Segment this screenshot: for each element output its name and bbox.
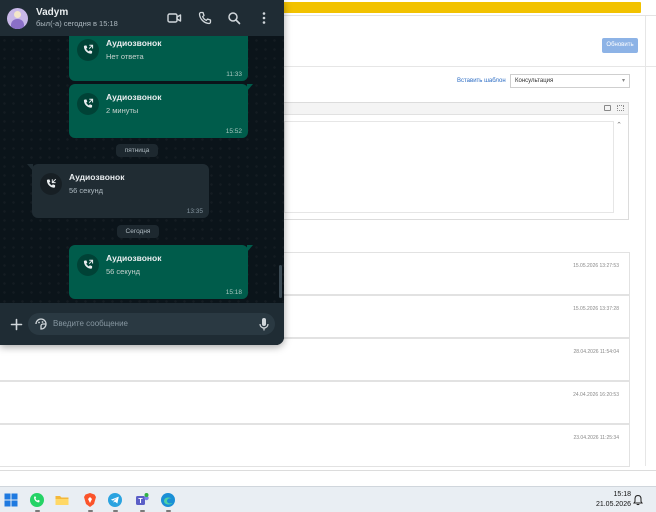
taskbar: T 15:18 21.05.2026 [0, 486, 656, 512]
row-datetime: 15.05.2026 13:27:53 [573, 263, 619, 269]
date-separator: пятница [116, 144, 158, 157]
refresh-button[interactable]: Обновить [602, 38, 638, 53]
insert-template-link[interactable]: Вставить шаблон [457, 78, 506, 84]
contact-name[interactable]: Vadym [36, 7, 68, 18]
message-time: 15:18 [225, 289, 242, 296]
menu-icon[interactable] [256, 10, 272, 26]
list-item[interactable]: 23.04.2026 11:25:34 [0, 424, 630, 467]
svg-text:T: T [138, 498, 143, 505]
row-datetime: 28.04.2026 11:54:04 [573, 349, 619, 355]
editor-toolbar [284, 103, 628, 115]
row-datetime: 23.04.2026 11:25:34 [573, 435, 619, 441]
microphone-icon[interactable] [258, 317, 270, 332]
call-message-outgoing[interactable]: Аудиозвонок Нет ответа 11:33 [69, 36, 248, 81]
chevron-down-icon: ▾ [621, 78, 625, 84]
outgoing-call-icon [83, 44, 94, 54]
avatar[interactable] [7, 8, 28, 29]
call-icon-circle [77, 39, 99, 61]
incoming-call-icon [46, 178, 57, 188]
call-subtitle: 56 секунд [69, 186, 103, 195]
clock-date: 21.05.2026 [595, 501, 631, 508]
chat-header[interactable]: Vadym был(-а) сегодня в 15:18 [0, 0, 284, 36]
chevron-up-icon[interactable]: ⌃ [616, 121, 622, 129]
template-select[interactable]: Консультация ▾ [510, 74, 630, 88]
call-message-outgoing[interactable]: Аудиозвонок 56 секунд 15:18 [69, 245, 253, 299]
search-icon[interactable] [226, 10, 242, 26]
compose-bar: Введите сообщение [0, 303, 284, 345]
system-clock[interactable]: 15:18 21.05.2026 [596, 490, 631, 510]
chat-scrollbar[interactable] [279, 265, 282, 298]
call-title: Аудиозвонок [106, 38, 162, 48]
clock-time: 15:18 [613, 491, 631, 498]
row-datetime: 15.05.2026 13:37:28 [573, 306, 619, 312]
outgoing-call-icon [83, 259, 94, 269]
divider [283, 15, 656, 16]
call-icon-circle [40, 173, 62, 195]
file-explorer-icon[interactable] [54, 492, 70, 508]
expand-icon[interactable] [617, 105, 624, 111]
call-title: Аудиозвонок [106, 92, 162, 102]
notification-banner [283, 2, 641, 13]
call-icon-circle [77, 93, 99, 115]
whatsapp-icon[interactable] [29, 492, 45, 508]
windows-start-icon[interactable] [3, 492, 19, 508]
edge-icon[interactable] [160, 492, 176, 508]
call-message-outgoing[interactable]: Аудиозвонок 2 минуты 15:52 [69, 84, 253, 138]
list-item[interactable]: 24.04.2026 16:20:53 [0, 381, 630, 424]
editor-text-area[interactable] [284, 121, 614, 213]
keyboard-icon[interactable] [604, 105, 611, 111]
message-time: 13:35 [186, 208, 203, 215]
plus-icon[interactable] [10, 318, 23, 331]
page-scrollbar[interactable] [645, 16, 646, 466]
divider [0, 470, 656, 471]
divider [283, 66, 656, 67]
message-time: 15:52 [225, 128, 242, 135]
message-input-placeholder: Введите сообщение [53, 319, 128, 328]
call-subtitle: 56 секунд [106, 267, 140, 276]
sticker-icon[interactable] [34, 317, 48, 331]
message-list[interactable]: Аудиозвонок Нет ответа 11:33 Аудиозвонок… [0, 36, 284, 303]
row-datetime: 24.04.2026 16:20:53 [573, 392, 619, 398]
call-title: Аудиозвонок [69, 172, 125, 182]
brave-icon[interactable] [82, 492, 98, 508]
message-input[interactable]: Введите сообщение [28, 313, 275, 335]
call-subtitle: 2 минуты [106, 106, 139, 115]
message-time: 11:33 [226, 71, 242, 78]
whatsapp-chat-window: Vadym был(-а) сегодня в 15:18 Аудиозвоно… [0, 0, 284, 345]
call-message-incoming[interactable]: Аудиозвонок 56 секунд 13:35 [27, 164, 209, 218]
template-select-value: Консультация [515, 78, 554, 84]
date-separator: Сегодня [117, 225, 159, 238]
video-call-icon[interactable] [166, 10, 182, 26]
notification-bell-icon[interactable] [632, 494, 644, 506]
voice-call-icon[interactable] [197, 10, 213, 26]
call-title: Аудиозвонок [106, 253, 162, 263]
telegram-icon[interactable] [107, 492, 123, 508]
call-subtitle: Нет ответа [106, 52, 144, 61]
outgoing-call-icon [83, 98, 94, 108]
contact-status: был(-а) сегодня в 15:18 [36, 19, 118, 28]
call-icon-circle [77, 254, 99, 276]
comment-editor[interactable]: ⌃ [283, 102, 629, 220]
teams-icon[interactable]: T [134, 492, 150, 508]
